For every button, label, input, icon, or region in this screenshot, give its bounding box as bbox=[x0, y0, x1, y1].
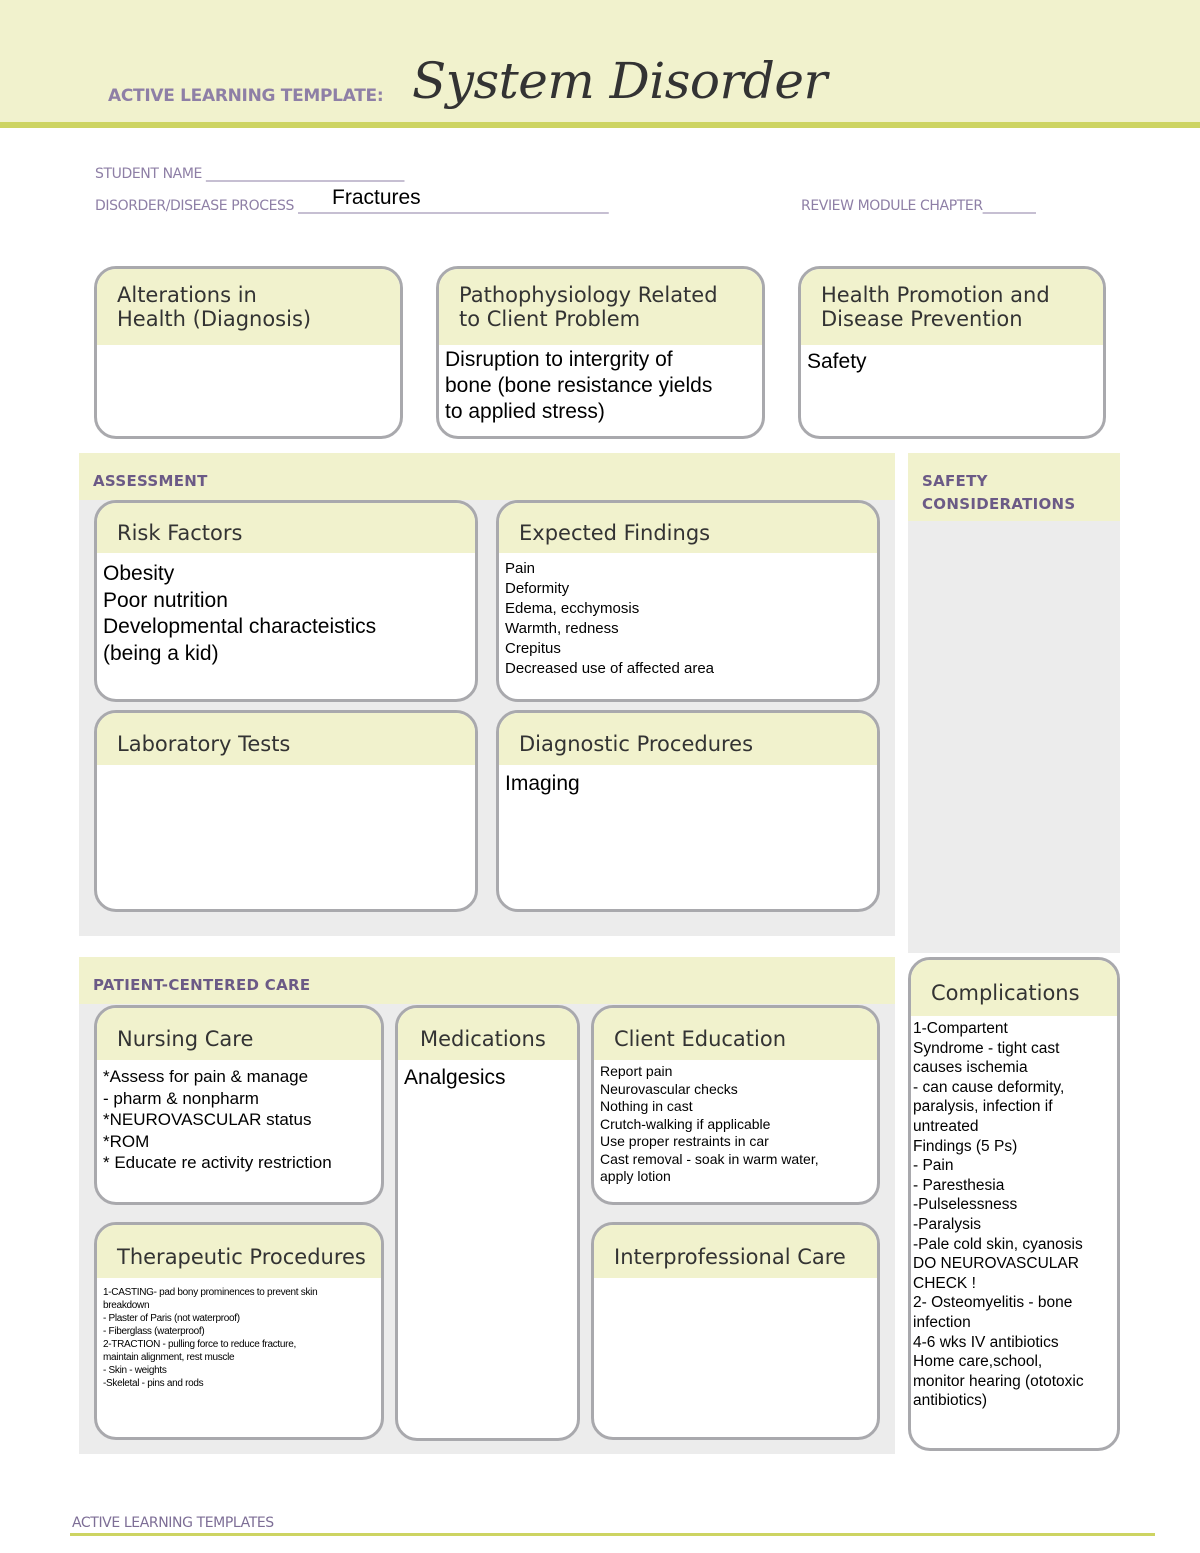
page-title: System Disorder bbox=[412, 52, 827, 110]
nursing-care-content[interactable]: *Assess for pain & manage - pharm & nonp… bbox=[97, 1060, 381, 1176]
interprofessional-care-box: Interprofessional Care bbox=[591, 1222, 880, 1440]
therapeutic-procedures-box: Therapeutic Procedures 1-CASTING- pad bo… bbox=[94, 1222, 384, 1440]
health-promotion-content[interactable]: Safety bbox=[801, 345, 1103, 379]
therapeutic-procedures-title: Therapeutic Procedures bbox=[97, 1225, 381, 1278]
health-promotion-title: Health Promotion and Disease Prevention bbox=[801, 269, 1103, 345]
medications-content[interactable]: Analgesics bbox=[398, 1060, 577, 1093]
student-name-label: STUDENT NAME bbox=[95, 166, 202, 182]
expected-findings-box: Expected Findings Pain Deformity Edema, … bbox=[496, 500, 880, 702]
medications-title: Medications bbox=[398, 1008, 577, 1060]
pathophysiology-box: Pathophysiology Related to Client Proble… bbox=[436, 266, 765, 439]
laboratory-tests-title: Laboratory Tests bbox=[97, 713, 475, 765]
template-label: ACTIVE LEARNING TEMPLATE: bbox=[108, 86, 384, 106]
pathophysiology-title: Pathophysiology Related to Client Proble… bbox=[439, 269, 762, 345]
expected-findings-title: Expected Findings bbox=[499, 503, 877, 553]
chapter-label: REVIEW MODULE CHAPTER bbox=[801, 198, 983, 214]
interprofessional-care-title: Interprofessional Care bbox=[594, 1225, 877, 1278]
laboratory-tests-content[interactable] bbox=[97, 765, 475, 769]
risk-factors-box: Risk Factors Obesity Poor nutrition Deve… bbox=[94, 500, 478, 702]
diagnostic-procedures-title: Diagnostic Procedures bbox=[499, 713, 877, 765]
patient-centered-care-header: PATIENT-CENTERED CARE bbox=[79, 957, 895, 1004]
pathophysiology-content[interactable]: Disruption to intergrity of bone (bone r… bbox=[439, 345, 762, 427]
chapter-field[interactable]: REVIEW MODULE CHAPTER________ bbox=[801, 198, 1036, 214]
nursing-care-box: Nursing Care *Assess for pain & manage -… bbox=[94, 1005, 384, 1205]
student-name-field[interactable]: STUDENT NAME ___________________________… bbox=[95, 166, 404, 182]
expected-findings-content[interactable]: Pain Deformity Edema, ecchymosis Warmth,… bbox=[499, 553, 877, 681]
risk-factors-title: Risk Factors bbox=[97, 503, 475, 553]
disorder-value: Fractures bbox=[332, 186, 421, 209]
chapter-line: ________ bbox=[982, 198, 1036, 214]
assessment-header: ASSESSMENT bbox=[79, 453, 895, 500]
complications-content[interactable]: 1-Compartent Syndrome - tight cast cause… bbox=[911, 1016, 1117, 1414]
client-education-content[interactable]: Report pain Neurovascular checks Nothing… bbox=[594, 1060, 877, 1188]
medications-box: Medications Analgesics bbox=[395, 1005, 580, 1441]
diagnostic-procedures-box: Diagnostic Procedures Imaging bbox=[496, 710, 880, 912]
alterations-title: Alterations in Health (Diagnosis) bbox=[97, 269, 400, 345]
safety-considerations-panel: SAFETY CONSIDERATIONS bbox=[908, 453, 1120, 953]
safety-considerations-header: SAFETY CONSIDERATIONS bbox=[908, 453, 1120, 521]
student-name-line: ______________________________ bbox=[206, 166, 405, 182]
client-education-title: Client Education bbox=[594, 1008, 877, 1060]
therapeutic-procedures-content[interactable]: 1-CASTING- pad bony prominences to preve… bbox=[97, 1278, 381, 1392]
assessment-title: ASSESSMENT bbox=[93, 472, 208, 490]
footer-divider bbox=[70, 1533, 1155, 1536]
risk-factors-content[interactable]: Obesity Poor nutrition Developmental cha… bbox=[97, 553, 475, 669]
health-promotion-box: Health Promotion and Disease Prevention … bbox=[798, 266, 1106, 439]
footer-label: ACTIVE LEARNING TEMPLATES bbox=[72, 1515, 274, 1531]
header-divider bbox=[0, 122, 1200, 128]
disorder-label: DISORDER/DISEASE PROCESS bbox=[95, 198, 294, 214]
safety-considerations-title: SAFETY CONSIDERATIONS bbox=[922, 472, 1076, 513]
complications-box: Complications 1-Compartent Syndrome - ti… bbox=[908, 957, 1120, 1451]
diagnostic-procedures-content[interactable]: Imaging bbox=[499, 765, 877, 799]
patient-centered-care-title: PATIENT-CENTERED CARE bbox=[93, 976, 311, 994]
client-education-box: Client Education Report pain Neurovascul… bbox=[591, 1005, 880, 1205]
nursing-care-title: Nursing Care bbox=[97, 1008, 381, 1060]
complications-title: Complications bbox=[911, 960, 1117, 1016]
interprofessional-care-content[interactable] bbox=[594, 1278, 877, 1282]
laboratory-tests-box: Laboratory Tests bbox=[94, 710, 478, 912]
alterations-box: Alterations in Health (Diagnosis) bbox=[94, 266, 403, 439]
alterations-content[interactable] bbox=[97, 345, 400, 349]
